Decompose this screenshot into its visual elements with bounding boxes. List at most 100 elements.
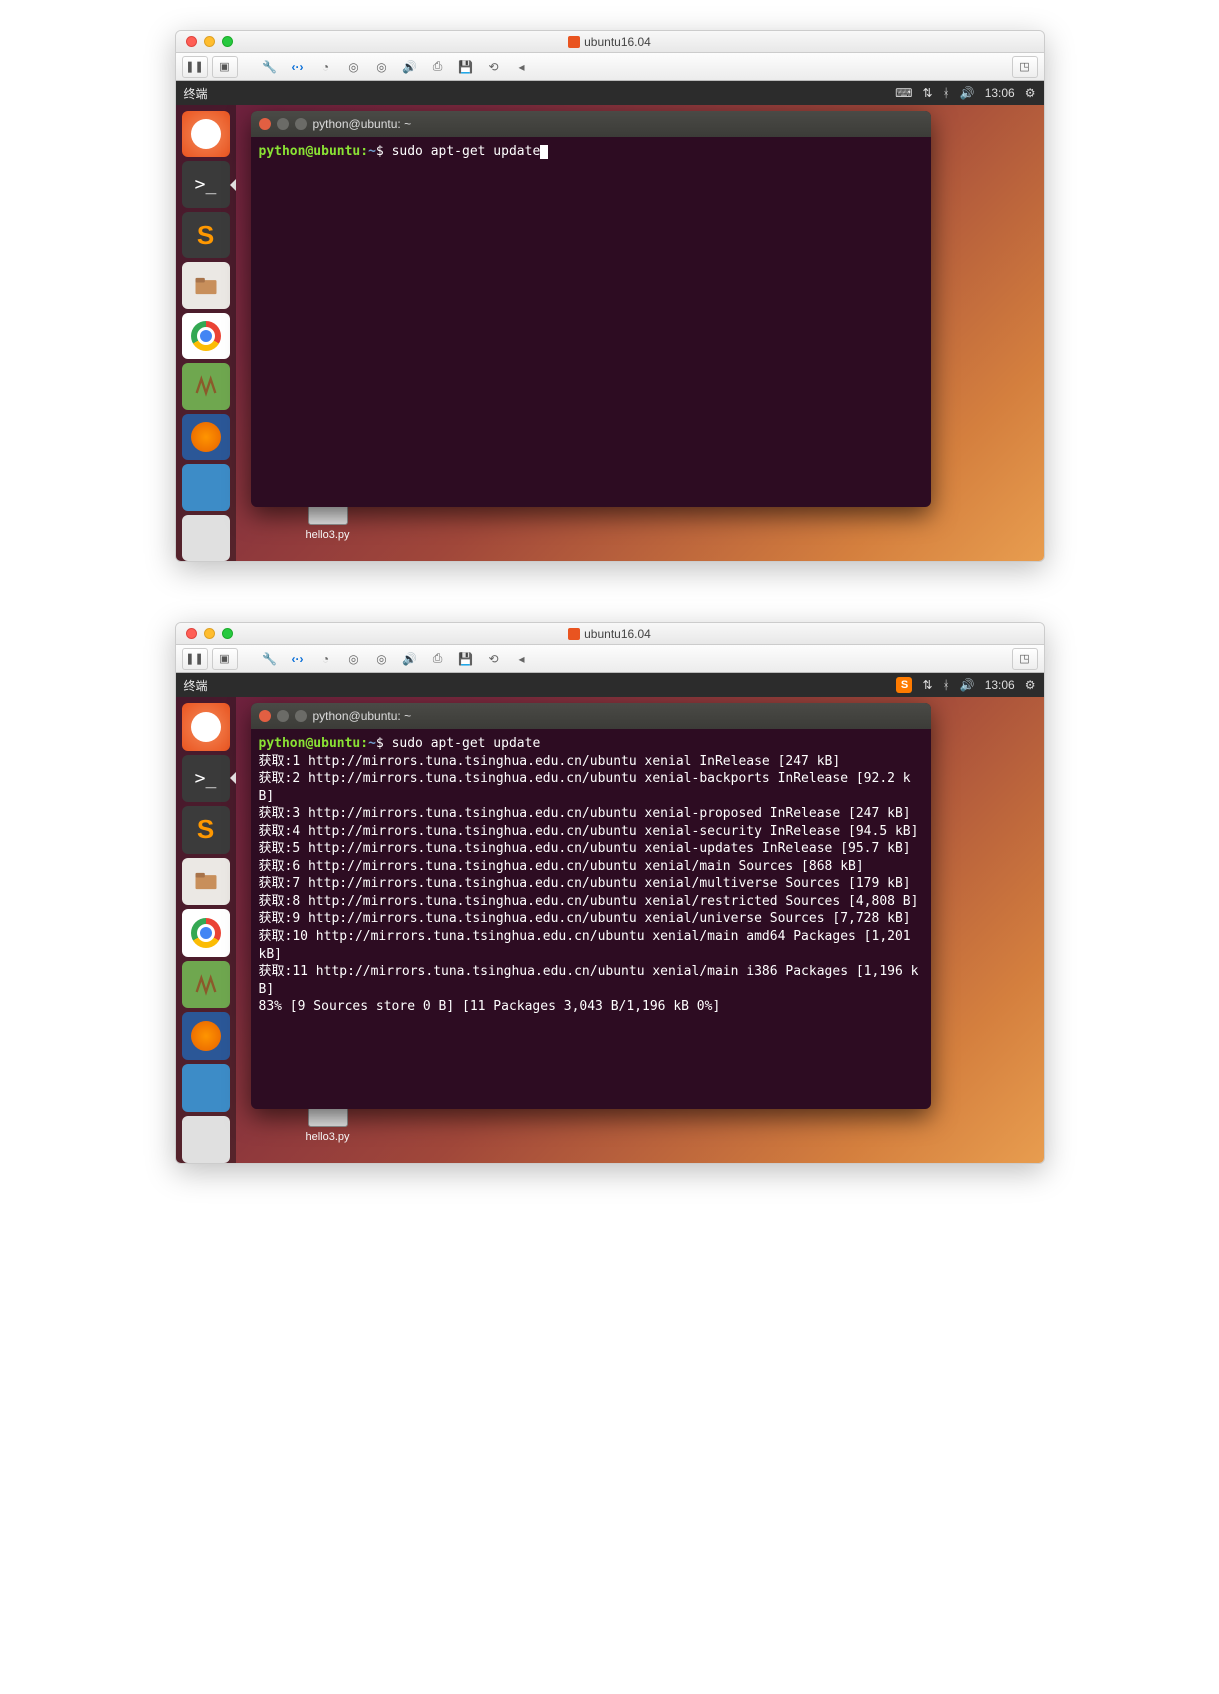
apt-progress-line: 83% [9 Sources store 0 B] [11 Packages 3…	[259, 998, 923, 1016]
launcher-archive[interactable]	[182, 961, 230, 1009]
launcher-sublime[interactable]: S	[182, 806, 230, 854]
prompt-user: python@ubuntu	[259, 736, 361, 751]
launcher-app-extra1[interactable]	[182, 464, 230, 510]
prompt-user: python@ubuntu	[259, 144, 361, 159]
bluetooth-icon[interactable]: ᚼ	[943, 86, 950, 100]
terminal-command: sudo apt-get update	[392, 736, 541, 751]
launcher-app-extra2[interactable]	[182, 1116, 230, 1164]
launcher-files[interactable]	[182, 262, 230, 308]
expand-icon[interactable]: ◂	[510, 648, 534, 670]
printer-icon[interactable]: ⎙	[426, 56, 450, 78]
snapshot-button[interactable]: ▣	[212, 56, 238, 78]
launcher-chrome[interactable]	[182, 313, 230, 359]
menubar-app-name[interactable]: 终端	[184, 677, 897, 694]
floppy-icon[interactable]: 💾	[454, 56, 478, 78]
menubar-app-name[interactable]: 终端	[184, 85, 896, 102]
cd2-icon[interactable]: ◎	[370, 648, 394, 670]
ubuntu-desktop[interactable]: 终端 S ⇅ ᚼ 🔊 13:06 ⚙ >_ S	[176, 673, 1044, 1163]
mac-titlebar[interactable]: ubuntu16.04	[176, 31, 1044, 53]
vm-toolbar: ❚❚ ▣ 🔧 ‹·› ◔ ◎ ◎ 🔊 ⎙ 💾 ⟲ ◂ ◳	[176, 53, 1044, 81]
usb-icon[interactable]: ⟲	[482, 56, 506, 78]
network-icon[interactable]: ‹·›	[286, 56, 310, 78]
apt-output-line: 获取:2 http://mirrors.tuna.tsinghua.edu.cn…	[259, 770, 923, 805]
printer-icon[interactable]: ⎙	[426, 648, 450, 670]
clock[interactable]: 13:06	[985, 86, 1015, 100]
mac-title-text: ubuntu16.04	[584, 627, 651, 641]
terminal-window[interactable]: python@ubuntu: ~ python@ubuntu:~$ sudo a…	[251, 703, 931, 1109]
usb-icon[interactable]: ⟲	[482, 648, 506, 670]
fullscreen-button[interactable]: ◳	[1012, 648, 1038, 670]
prompt-path: ~	[368, 144, 376, 159]
prompt-char: $	[376, 144, 384, 159]
apt-output-line: 获取:5 http://mirrors.tuna.tsinghua.edu.cn…	[259, 840, 923, 858]
network-indicator-icon[interactable]: ⇅	[922, 86, 932, 100]
cd2-icon[interactable]: ◎	[370, 56, 394, 78]
launcher-terminal[interactable]: >_	[182, 755, 230, 803]
wrench-icon[interactable]: 🔧	[258, 56, 282, 78]
floppy-icon[interactable]: 💾	[454, 648, 478, 670]
apt-output-line: 获取:7 http://mirrors.tuna.tsinghua.edu.cn…	[259, 875, 923, 893]
network-indicator-icon[interactable]: ⇅	[922, 678, 932, 692]
terminal-body[interactable]: python@ubuntu:~$ sudo apt-get update	[251, 137, 931, 507]
pause-button[interactable]: ❚❚	[182, 56, 208, 78]
snapshot-button[interactable]: ▣	[212, 648, 238, 670]
volume-icon[interactable]: 🔊	[960, 678, 975, 692]
launcher-dash[interactable]	[182, 111, 230, 157]
sound-icon[interactable]: 🔊	[398, 56, 422, 78]
cd-icon[interactable]: ◎	[342, 56, 366, 78]
launcher-archive[interactable]	[182, 363, 230, 409]
apt-output-line: 获取:3 http://mirrors.tuna.tsinghua.edu.cn…	[259, 805, 923, 823]
mac-titlebar[interactable]: ubuntu16.04	[176, 623, 1044, 645]
fullscreen-button[interactable]: ◳	[1012, 56, 1038, 78]
gear-icon[interactable]: ⚙	[1025, 86, 1036, 100]
pause-button[interactable]: ❚❚	[182, 648, 208, 670]
terminal-maximize-button[interactable]	[295, 710, 307, 722]
disk-icon[interactable]: ◔	[314, 56, 338, 78]
volume-icon[interactable]: 🔊	[960, 86, 975, 100]
gear-icon[interactable]: ⚙	[1025, 678, 1036, 692]
terminal-minimize-button[interactable]	[277, 118, 289, 130]
terminal-body[interactable]: python@ubuntu:~$ sudo apt-get update 获取:…	[251, 729, 931, 1109]
launcher-chrome[interactable]	[182, 909, 230, 957]
launcher-app-extra1[interactable]	[182, 1064, 230, 1112]
terminal-titlebar[interactable]: python@ubuntu: ~	[251, 703, 931, 729]
cd-icon[interactable]: ◎	[342, 648, 366, 670]
desktop-file-label: hello3.py	[306, 529, 350, 541]
terminal-title: python@ubuntu: ~	[313, 117, 412, 131]
launcher-files[interactable]	[182, 858, 230, 906]
prompt-sep: :	[360, 144, 368, 159]
unity-launcher: >_ S	[176, 697, 236, 1163]
network-icon[interactable]: ‹·›	[286, 648, 310, 670]
launcher-dash[interactable]	[182, 703, 230, 751]
launcher-firefox[interactable]	[182, 1012, 230, 1060]
terminal-title: python@ubuntu: ~	[313, 709, 412, 723]
terminal-close-button[interactable]	[259, 710, 271, 722]
bluetooth-icon[interactable]: ᚼ	[943, 678, 950, 692]
launcher-terminal[interactable]: >_	[182, 161, 230, 207]
launcher-app-extra2[interactable]	[182, 515, 230, 561]
ubuntu-icon	[568, 36, 580, 48]
prompt-sep: :	[360, 736, 368, 751]
terminal-window[interactable]: python@ubuntu: ~ python@ubuntu:~$ sudo a…	[251, 111, 931, 507]
mac-title-text: ubuntu16.04	[584, 35, 651, 49]
terminal-maximize-button[interactable]	[295, 118, 307, 130]
sound-icon[interactable]: 🔊	[398, 648, 422, 670]
wrench-icon[interactable]: 🔧	[258, 648, 282, 670]
sogou-ime-icon[interactable]: S	[896, 677, 912, 693]
prompt-char: $	[376, 736, 384, 751]
launcher-firefox[interactable]	[182, 414, 230, 460]
ubuntu-desktop[interactable]: 终端 ⌨ ⇅ ᚼ 🔊 13:06 ⚙ >_ S	[176, 81, 1044, 561]
launcher-sublime[interactable]: S	[182, 212, 230, 258]
terminal-minimize-button[interactable]	[277, 710, 289, 722]
apt-output-line: 获取:10 http://mirrors.tuna.tsinghua.edu.c…	[259, 928, 923, 963]
keyboard-icon[interactable]: ⌨	[895, 86, 912, 100]
expand-icon[interactable]: ◂	[510, 56, 534, 78]
terminal-titlebar[interactable]: python@ubuntu: ~	[251, 111, 931, 137]
ubuntu-menubar: 终端 ⌨ ⇅ ᚼ 🔊 13:06 ⚙	[176, 81, 1044, 105]
disk-icon[interactable]: ◔	[314, 648, 338, 670]
apt-output-line: 获取:9 http://mirrors.tuna.tsinghua.edu.cn…	[259, 910, 923, 928]
terminal-close-button[interactable]	[259, 118, 271, 130]
ubuntu-icon	[568, 628, 580, 640]
mac-window-title: ubuntu16.04	[176, 35, 1044, 49]
clock[interactable]: 13:06	[985, 678, 1015, 692]
